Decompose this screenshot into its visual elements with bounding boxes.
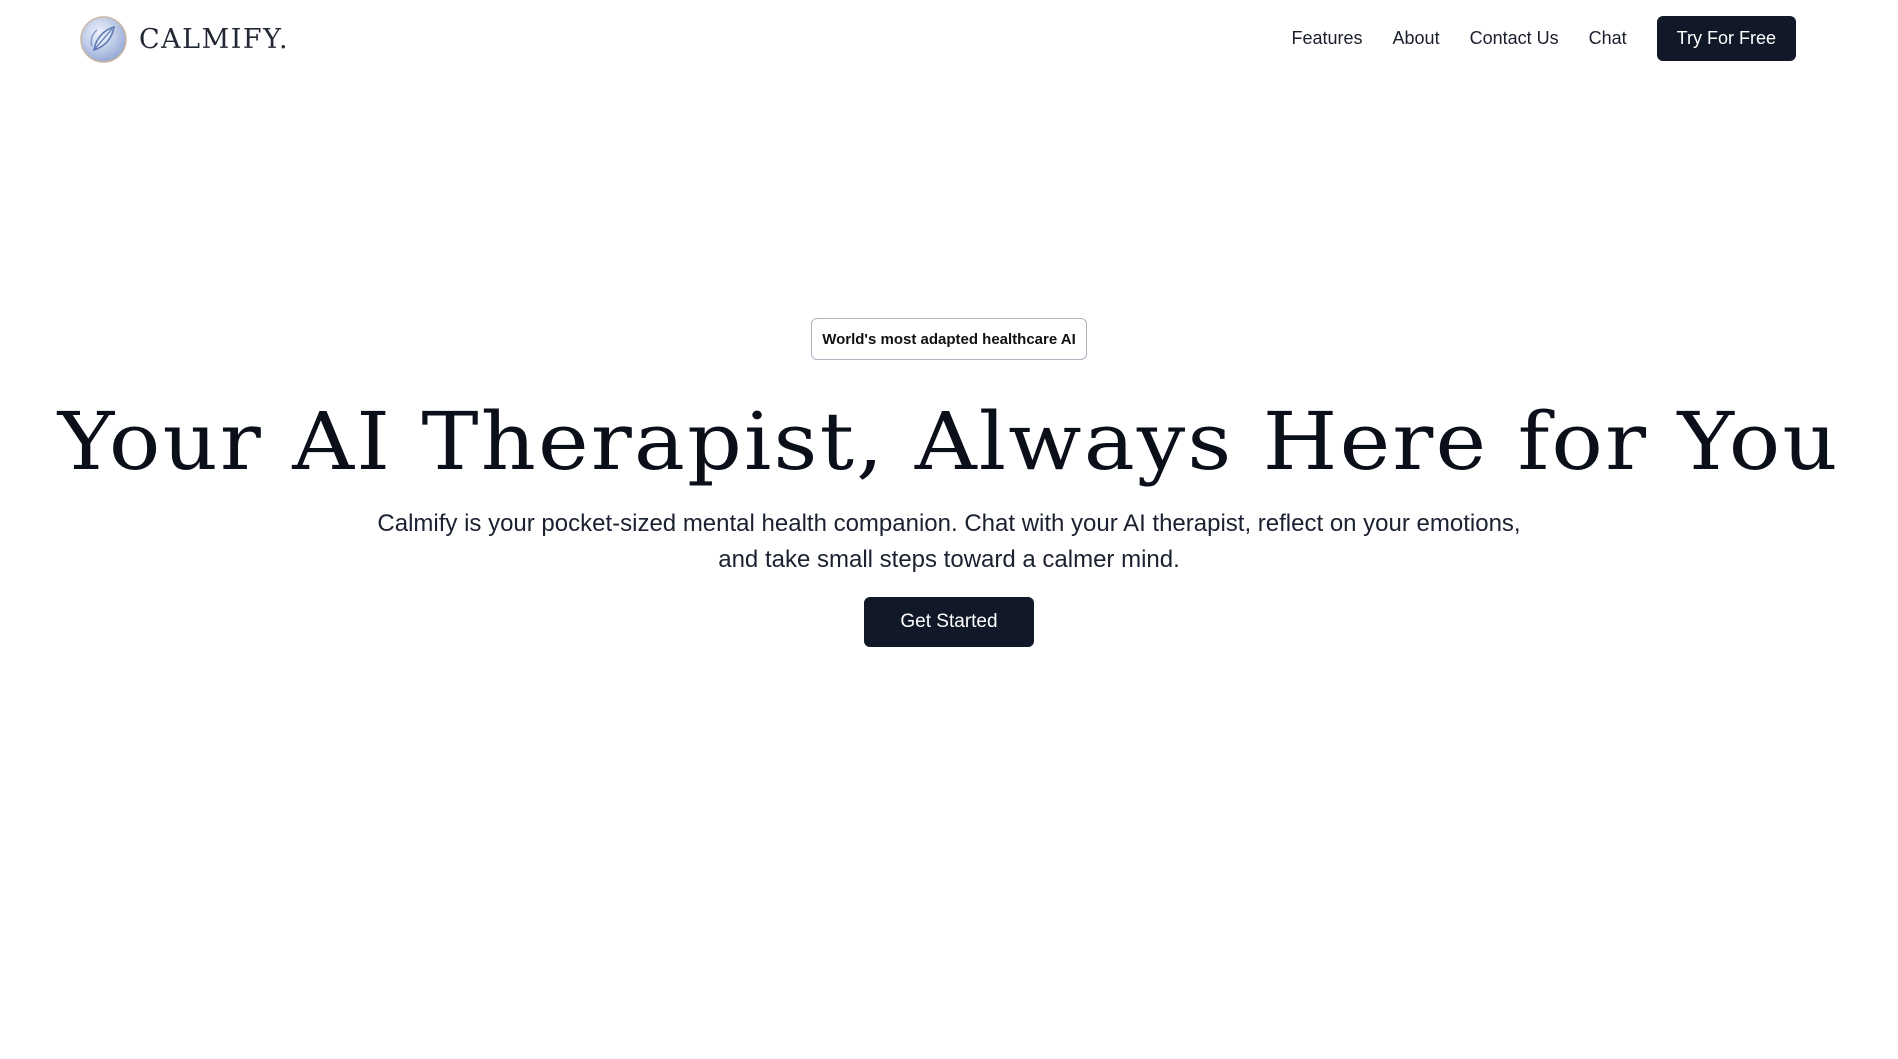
hero-section: World's most adapted healthcare AI Your …: [0, 318, 1898, 647]
nav-link-chat[interactable]: Chat: [1589, 28, 1627, 49]
hero-title: Your AI Therapist, Always Here for You: [58, 395, 1840, 488]
hero-subtitle: Calmify is your pocket-sized mental heal…: [369, 506, 1529, 578]
top-navbar: CALMIFY. Features About Contact Us Chat …: [0, 0, 1898, 78]
nav-link-contact-us[interactable]: Contact Us: [1470, 28, 1559, 49]
try-for-free-button[interactable]: Try For Free: [1656, 16, 1796, 61]
get-started-button[interactable]: Get Started: [864, 597, 1034, 647]
hero-subtitle-line-1: Calmify is your pocket-sized mental heal…: [377, 510, 1521, 537]
hero-badge: World's most adapted healthcare AI: [811, 318, 1087, 360]
nav-link-about[interactable]: About: [1393, 28, 1440, 49]
leaf-logo-icon: [80, 15, 127, 63]
main-nav: Features About Contact Us Chat Try For F…: [1291, 16, 1796, 61]
nav-link-features[interactable]: Features: [1291, 28, 1362, 49]
brand[interactable]: CALMIFY.: [80, 15, 289, 63]
hero-subtitle-line-2: and take small steps toward a calmer min…: [718, 546, 1180, 573]
landing-page: CALMIFY. Features About Contact Us Chat …: [0, 0, 1898, 1059]
brand-name: CALMIFY.: [139, 23, 290, 55]
